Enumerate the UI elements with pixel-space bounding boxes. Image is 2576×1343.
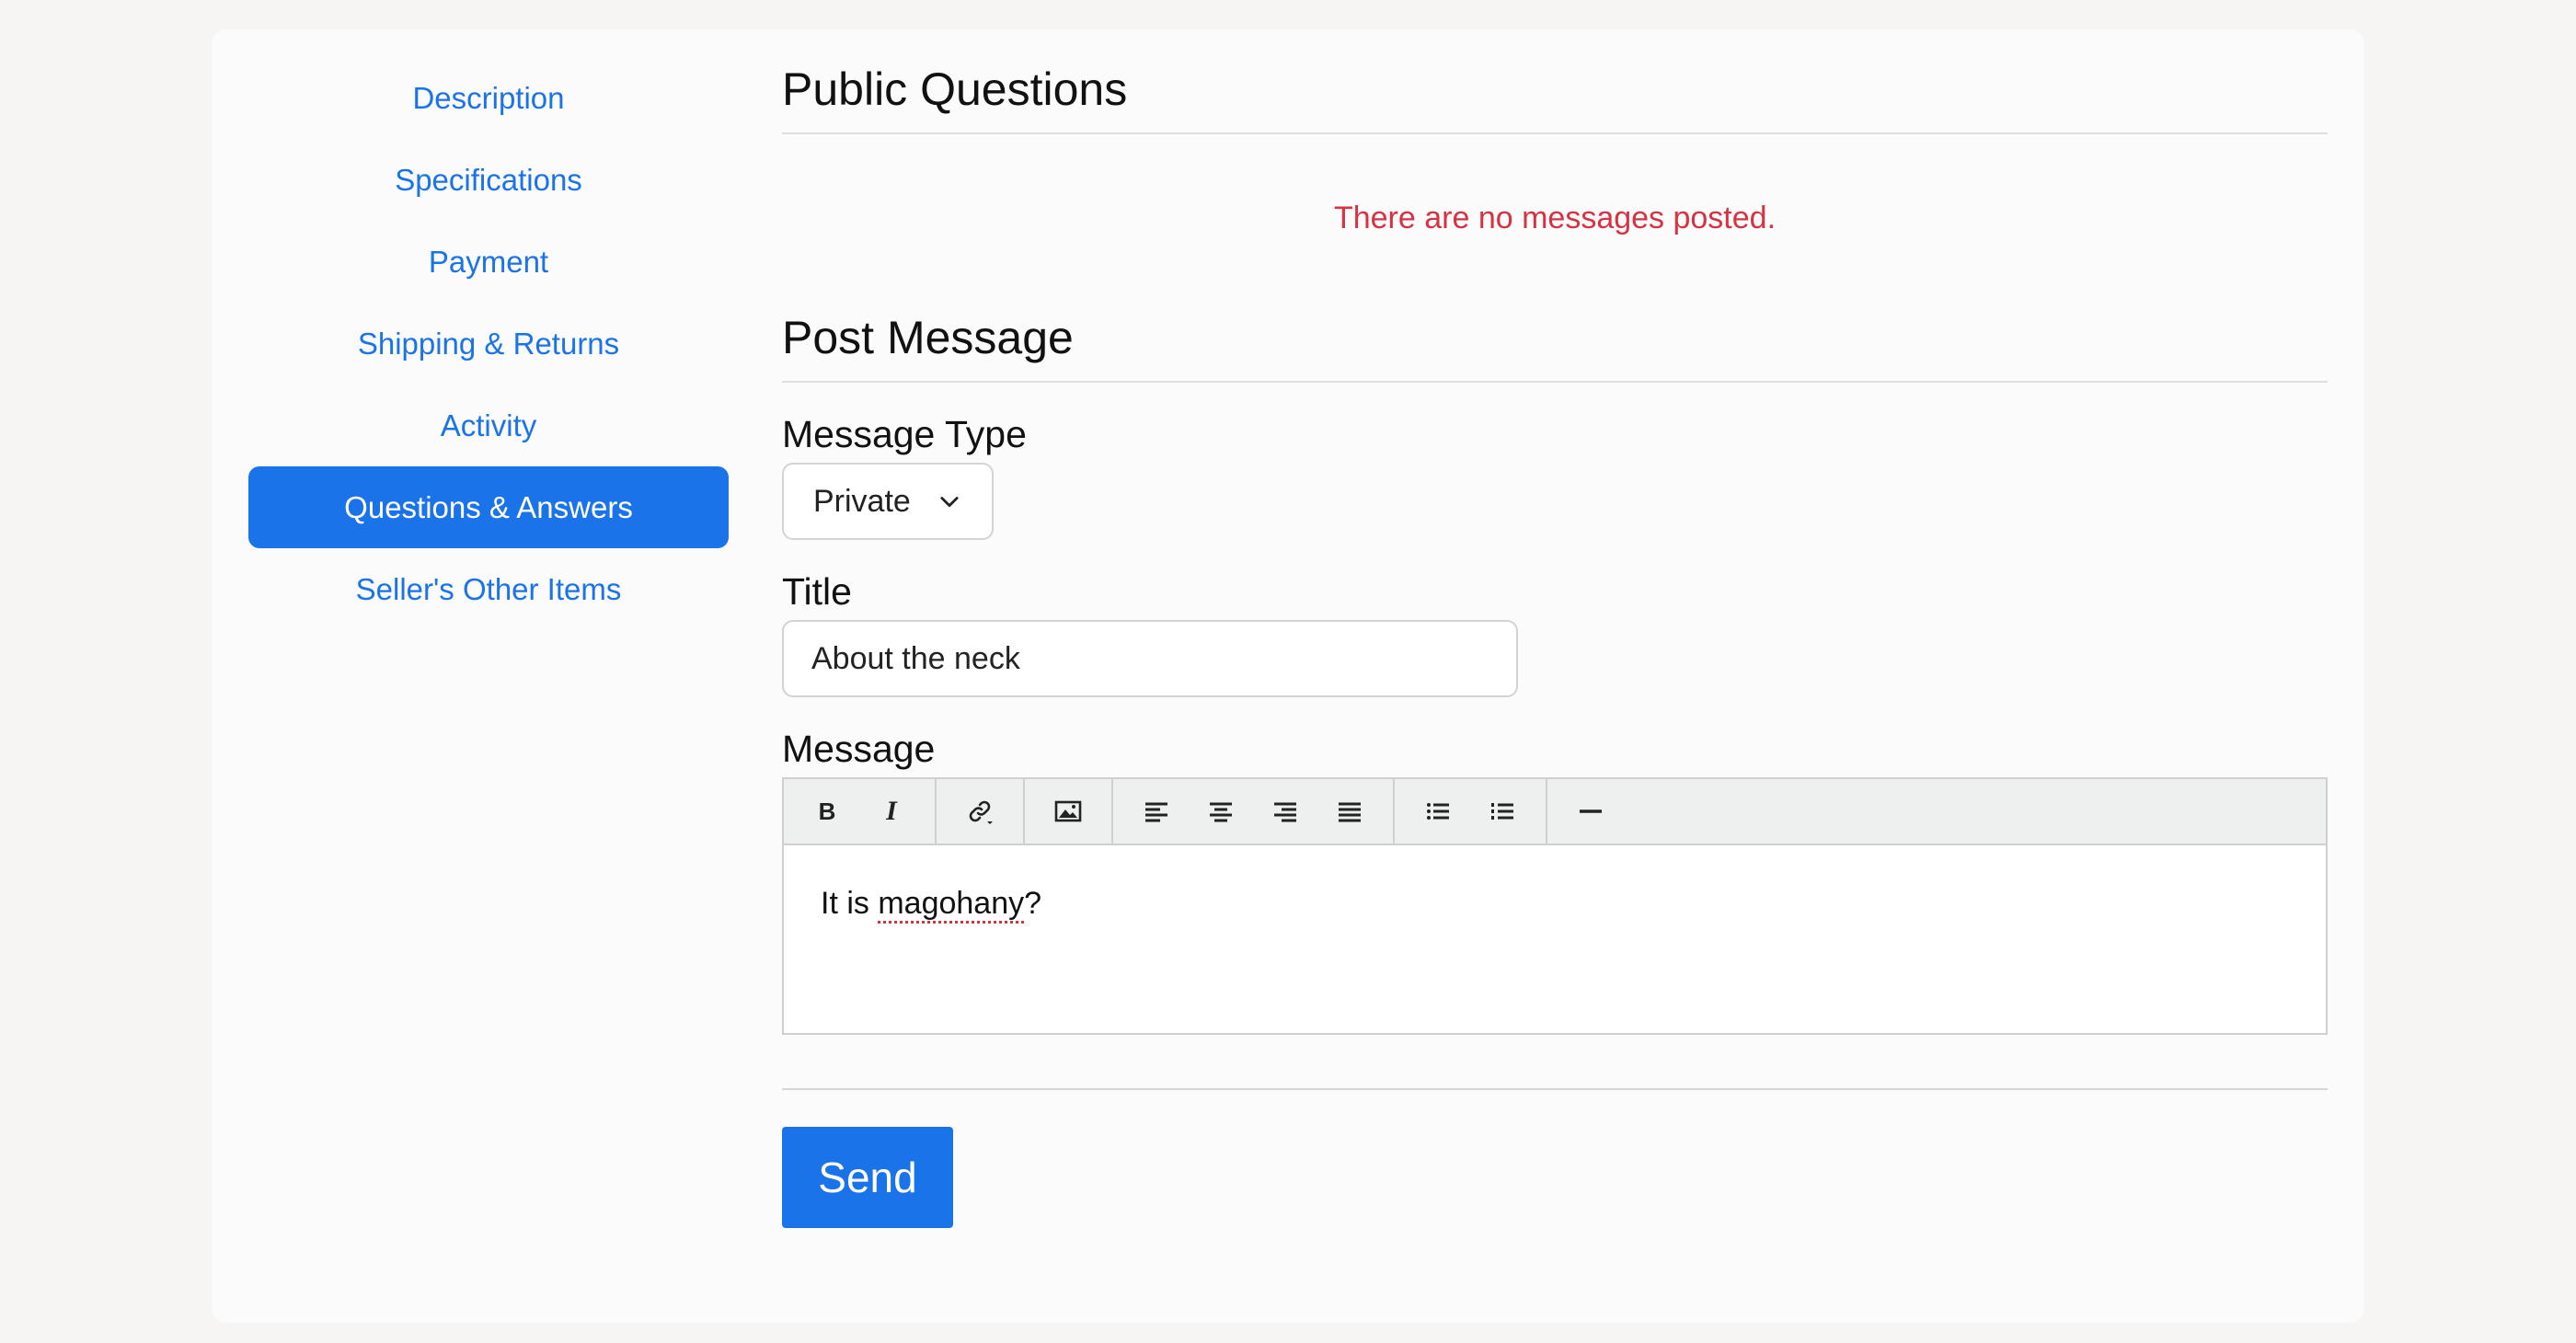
toolbar-group-lists: [1395, 779, 1547, 844]
sidebar-item-activity[interactable]: Activity: [248, 385, 729, 466]
toolbar-group-link: [937, 779, 1025, 844]
content-card: Description Specifications Payment Shipp…: [212, 29, 2364, 1323]
image-button[interactable]: [1036, 779, 1100, 844]
chevron-down-icon: [940, 497, 959, 508]
message-label: Message: [782, 728, 936, 771]
sidebar-item-payment[interactable]: Payment: [248, 221, 729, 303]
toolbar-group-align: [1113, 779, 1395, 844]
main-content: Public Questions There are no messages p…: [782, 66, 2328, 1229]
public-questions-title: Public Questions: [782, 66, 2328, 134]
align-left-button[interactable]: [1124, 779, 1189, 844]
align-center-icon: [1210, 802, 1232, 822]
form-divider: [782, 1088, 2328, 1091]
align-justify-icon: [1339, 802, 1361, 822]
editor-toolbar: B I: [784, 779, 2326, 846]
bullet-list-icon: [1427, 803, 1449, 821]
send-button[interactable]: Send: [782, 1127, 953, 1229]
message-text-suffix: ?: [1024, 886, 1042, 922]
message-type-select[interactable]: Private: [782, 463, 994, 541]
horizontal-rule-button[interactable]: [1558, 779, 1623, 844]
numbered-list-icon: [1491, 803, 1513, 821]
align-center-button[interactable]: [1189, 779, 1253, 844]
message-textarea[interactable]: It is magohany?: [784, 845, 2326, 1034]
align-left-icon: [1145, 802, 1167, 822]
post-message-title: Post Message: [782, 315, 2328, 383]
message-type-value: Private: [813, 483, 911, 519]
sidebar-item-shipping-returns[interactable]: Shipping & Returns: [248, 303, 729, 385]
align-right-icon: [1274, 802, 1296, 822]
title-label: Title: [782, 570, 852, 614]
link-button[interactable]: [948, 779, 1012, 844]
italic-button[interactable]: I: [859, 779, 924, 844]
horizontal-rule-icon: [1580, 809, 1602, 813]
sidebar-item-sellers-other-items[interactable]: Seller's Other Items: [248, 548, 729, 630]
align-justify-button[interactable]: [1317, 779, 1382, 844]
sidebar-item-description[interactable]: Description: [248, 57, 729, 139]
toolbar-group-image: [1025, 779, 1113, 844]
bold-button[interactable]: B: [795, 779, 859, 844]
bullet-list-button[interactable]: [1406, 779, 1470, 844]
message-text-prefix: It is: [821, 886, 879, 922]
message-editor: B I It is magohany?: [782, 777, 2328, 1036]
toolbar-group-format: B I: [784, 779, 937, 844]
no-messages-notice: There are no messages posted.: [1333, 201, 1777, 235]
sidebar-item-specifications[interactable]: Specifications: [248, 139, 729, 221]
sidebar-item-questions-answers[interactable]: Questions & Answers: [248, 466, 729, 548]
title-input[interactable]: [782, 620, 1518, 698]
sidebar-nav: Description Specifications Payment Shipp…: [248, 57, 729, 630]
misspelled-word: magohany: [878, 886, 1025, 922]
message-type-label: Message Type: [782, 413, 1027, 455]
image-icon: [1054, 800, 1082, 822]
numbered-list-button[interactable]: [1470, 779, 1535, 844]
toolbar-group-rule: [1547, 779, 1634, 844]
link-icon: [969, 801, 993, 825]
align-right-button[interactable]: [1253, 779, 1317, 844]
